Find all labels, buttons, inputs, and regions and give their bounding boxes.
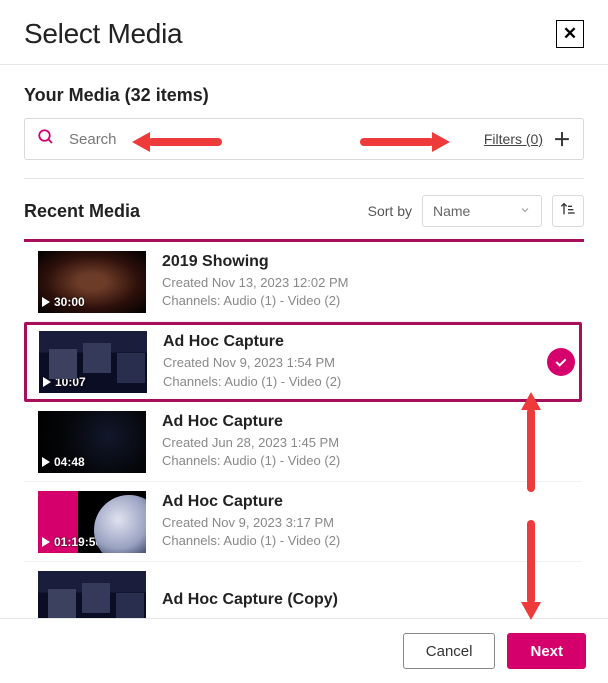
media-title: Ad Hoc Capture (162, 493, 576, 511)
media-channels: Channels: Audio (1) - Video (2) (162, 532, 576, 550)
media-meta: 2019 Showing Created Nov 13, 2023 12:02 P… (162, 253, 576, 310)
play-icon (43, 377, 51, 387)
recent-header: Recent Media Sort by Name (24, 195, 584, 227)
media-created: Created Nov 9, 2023 3:17 PM (162, 514, 576, 532)
chevron-down-icon (519, 203, 531, 219)
your-media-title: Your Media (32 items) (24, 85, 584, 106)
media-thumbnail (38, 571, 146, 619)
media-list[interactable]: 30:00 2019 Showing Created Nov 13, 2023 12… (24, 242, 584, 618)
media-channels: Channels: Audio (1) - Video (2) (163, 373, 539, 391)
sort-direction-button[interactable] (552, 195, 584, 227)
selected-check (547, 348, 575, 376)
recent-title: Recent Media (24, 201, 140, 222)
next-button[interactable]: Next (507, 633, 586, 669)
media-created: Created Nov 9, 2023 1:54 PM (163, 354, 539, 372)
sort-ascending-icon (560, 201, 576, 222)
media-thumbnail: 04:48 (38, 411, 146, 473)
media-title: Ad Hoc Capture (Copy) (162, 591, 576, 609)
plus-icon: ＋ (553, 126, 571, 152)
modal-footer: Cancel Next (0, 618, 608, 683)
add-filter-button[interactable]: ＋ (553, 130, 571, 148)
media-meta: Ad Hoc Capture Created Nov 9, 2023 1:54 P… (163, 333, 539, 390)
duration-badge: 30:00 (42, 295, 85, 309)
duration-badge: 01:19:50 (42, 535, 102, 549)
divider (24, 178, 584, 179)
search-icon (37, 128, 55, 151)
search-bar: Filters (0) ＋ (24, 118, 584, 160)
media-title: 2019 Showing (162, 253, 576, 271)
media-meta: Ad Hoc Capture Created Jun 28, 2023 1:45 … (162, 413, 576, 470)
modal-title: Select Media (24, 18, 182, 50)
sort-by-label: Sort by (368, 203, 412, 219)
duration-text: 10:07 (55, 375, 86, 389)
media-item[interactable]: 10:07 Ad Hoc Capture Created Nov 9, 2023 1… (24, 322, 582, 402)
duration-badge: 10:07 (43, 375, 86, 389)
media-thumbnail: 30:00 (38, 251, 146, 313)
media-meta: Ad Hoc Capture Created Nov 9, 2023 3:17 P… (162, 493, 576, 550)
select-media-modal: Select Media ✕ Your Media (32 items) Fil… (0, 0, 608, 683)
close-icon: ✕ (563, 24, 577, 44)
modal-content: Your Media (32 items) Filters (0) ＋ Rece… (0, 65, 608, 618)
play-icon (42, 297, 50, 307)
play-icon (42, 457, 50, 467)
play-icon (42, 537, 50, 547)
cancel-button[interactable]: Cancel (403, 633, 496, 669)
search-input[interactable] (69, 131, 484, 148)
duration-badge: 04:48 (42, 455, 85, 469)
filters-link[interactable]: Filters (0) (484, 131, 543, 147)
media-channels: Channels: Audio (1) - Video (2) (162, 452, 576, 470)
next-label: Next (530, 643, 563, 660)
sort-value: Name (433, 203, 470, 219)
media-item[interactable]: 30:00 2019 Showing Created Nov 13, 2023 12… (24, 242, 582, 322)
media-meta: Ad Hoc Capture (Copy) (162, 591, 576, 612)
duration-text: 30:00 (54, 295, 85, 309)
media-title: Ad Hoc Capture (162, 413, 576, 431)
media-item[interactable]: Ad Hoc Capture (Copy) (24, 562, 582, 618)
media-created: Created Jun 28, 2023 1:45 PM (162, 434, 576, 452)
media-thumbnail: 10:07 (39, 331, 147, 393)
duration-text: 01:19:50 (54, 535, 102, 549)
media-item[interactable]: 04:48 Ad Hoc Capture Created Jun 28, 2023 … (24, 402, 582, 482)
close-button[interactable]: ✕ (556, 20, 584, 48)
cancel-label: Cancel (426, 643, 473, 660)
sort-controls: Sort by Name (368, 195, 584, 227)
modal-header: Select Media ✕ (0, 0, 608, 65)
sort-select[interactable]: Name (422, 195, 542, 227)
media-thumbnail: 01:19:50 (38, 491, 146, 553)
media-channels: Channels: Audio (1) - Video (2) (162, 292, 576, 310)
media-title: Ad Hoc Capture (163, 333, 539, 351)
media-item[interactable]: 01:19:50 Ad Hoc Capture Created Nov 9, 202… (24, 482, 582, 562)
duration-text: 04:48 (54, 455, 85, 469)
media-created: Created Nov 13, 2023 12:02 PM (162, 274, 576, 292)
